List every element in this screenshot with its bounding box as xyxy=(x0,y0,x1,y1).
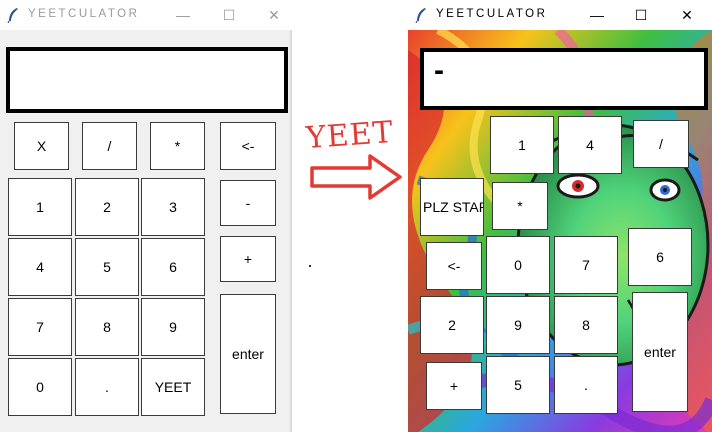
display-screen xyxy=(6,47,288,113)
digit-8-key[interactable]: 8 xyxy=(554,296,618,354)
digit-8-key[interactable]: 8 xyxy=(75,298,139,356)
digit-9-key[interactable]: 9 xyxy=(141,298,205,356)
digit-1-key[interactable]: 1 xyxy=(490,116,554,174)
divide-key[interactable]: / xyxy=(82,122,137,170)
maximize-button[interactable]: ☐ xyxy=(630,5,652,25)
digit-3-key[interactable]: 3 xyxy=(141,178,205,236)
minus-key[interactable]: - xyxy=(220,180,276,226)
yeet-annotation: YEET xyxy=(304,114,395,157)
calculator-body: X / * <- 1 2 3 - 4 5 6 + 7 8 9 enter 0 .… xyxy=(0,30,292,432)
feather-icon xyxy=(7,8,18,23)
plz-staph-key[interactable]: PLZ STAPH xyxy=(420,178,484,236)
window-title: YEETCULATOR xyxy=(436,8,548,20)
digit-0-key[interactable]: 0 xyxy=(486,236,550,294)
display-value: - xyxy=(434,54,444,87)
digit-7-key[interactable]: 7 xyxy=(554,236,618,294)
digit-5-key[interactable]: 5 xyxy=(486,356,550,414)
window-title: YEETCULATOR xyxy=(28,8,140,20)
display-screen: - xyxy=(420,48,708,110)
enter-key[interactable]: enter xyxy=(632,292,688,412)
enter-key[interactable]: enter xyxy=(220,294,276,414)
close-button[interactable]: ✕ xyxy=(263,5,285,25)
minimize-button[interactable]: — xyxy=(586,5,608,25)
digit-6-key[interactable]: 6 xyxy=(628,228,692,286)
maximize-button[interactable]: ☐ xyxy=(218,5,240,25)
left-calculator-window: YEETCULATOR — ☐ ✕ X / * <- 1 2 3 - 4 5 6… xyxy=(0,0,292,432)
digit-5-key[interactable]: 5 xyxy=(75,238,139,296)
digit-0-key[interactable]: 0 xyxy=(8,358,72,416)
decimal-key[interactable]: . xyxy=(75,358,139,416)
clear-key[interactable]: X xyxy=(14,122,69,170)
backspace-key[interactable]: <- xyxy=(220,122,276,170)
multiply-key[interactable]: * xyxy=(150,122,205,170)
digit-4-key[interactable]: 4 xyxy=(558,116,622,174)
yeet-key[interactable]: YEET xyxy=(141,358,205,416)
psychedelic-calculator-body: - 1 4 / PLZ STAPH * <- 0 7 6 2 9 8 enter… xyxy=(408,30,712,432)
digit-9-key[interactable]: 9 xyxy=(486,296,550,354)
feather-icon xyxy=(415,8,426,23)
title-bar: YEETCULATOR — ☐ ✕ xyxy=(0,0,292,30)
digit-4-key[interactable]: 4 xyxy=(8,238,72,296)
digit-7-key[interactable]: 7 xyxy=(8,298,72,356)
digit-1-key[interactable]: 1 xyxy=(8,178,72,236)
plus-key[interactable]: + xyxy=(220,236,276,282)
multiply-key[interactable]: * xyxy=(492,182,548,230)
digit-6-key[interactable]: 6 xyxy=(141,238,205,296)
close-button[interactable]: ✕ xyxy=(676,5,698,25)
divide-key[interactable]: / xyxy=(633,120,689,168)
stray-dot xyxy=(309,265,311,267)
title-bar: YEETCULATOR — ☐ ✕ xyxy=(408,0,712,30)
digit-2-key[interactable]: 2 xyxy=(75,178,139,236)
minimize-button[interactable]: — xyxy=(172,5,194,25)
backspace-key[interactable]: <- xyxy=(426,242,482,290)
decimal-key[interactable]: . xyxy=(554,356,618,414)
plus-key[interactable]: + xyxy=(426,362,482,410)
digit-2-key[interactable]: 2 xyxy=(420,296,484,354)
right-arrow-icon xyxy=(310,154,402,200)
